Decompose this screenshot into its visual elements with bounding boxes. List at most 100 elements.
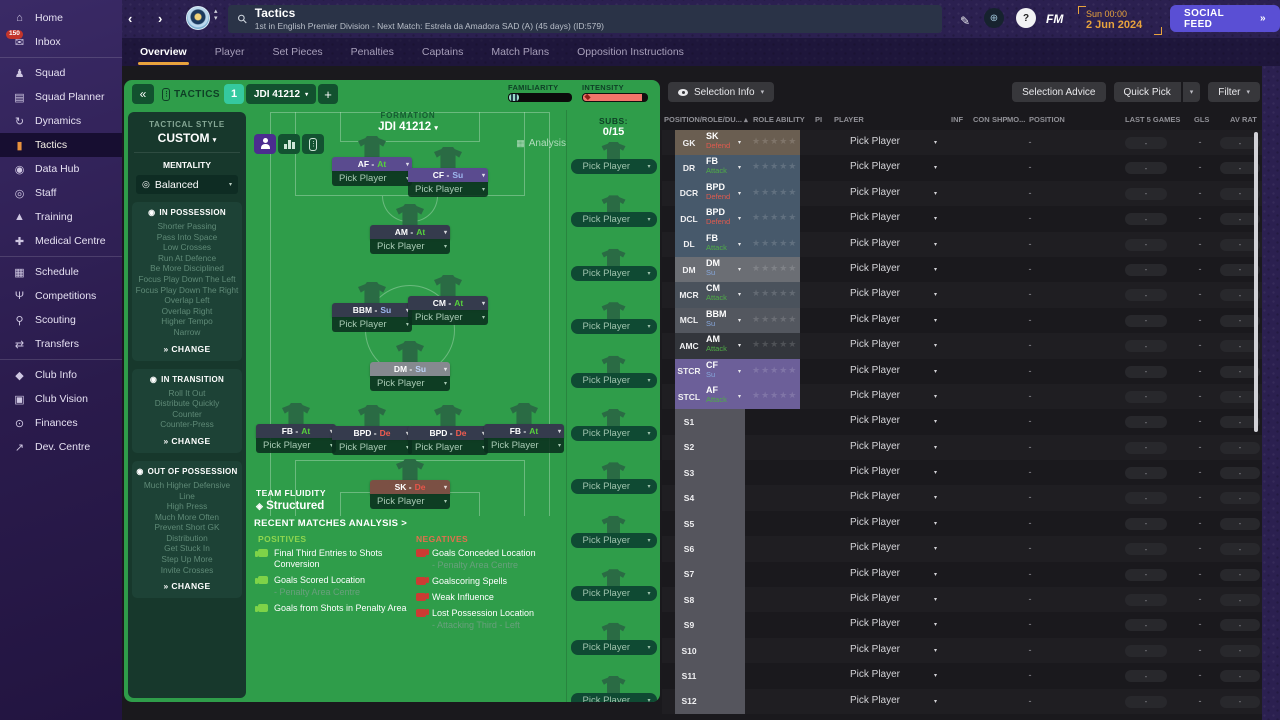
- chevron-down-icon[interactable]: ▾: [934, 520, 937, 527]
- role-dropdown[interactable]: FB Attack: [706, 233, 727, 252]
- pick-player-dropdown[interactable]: Pick Player: [850, 365, 900, 376]
- pick-player-dropdown[interactable]: Pick Player: [850, 644, 900, 655]
- sidebar-item-dev-centre[interactable]: ↗ Dev. Centre: [0, 435, 122, 459]
- sidebar-item-data-hub[interactable]: ◉ Data Hub: [0, 157, 122, 181]
- chevron-down-icon[interactable]: ▾: [934, 317, 937, 324]
- pick-player-dropdown[interactable]: Pick Player▾: [408, 440, 488, 455]
- column-header-pi[interactable]: PI: [815, 115, 822, 124]
- sidebar-item-home[interactable]: ⌂ Home: [0, 6, 122, 30]
- column-header-mo-[interactable]: MO...: [1007, 115, 1025, 124]
- pick-player-dropdown[interactable]: Pick Player▾: [570, 319, 657, 335]
- role-dropdown[interactable]: BBM Su: [706, 309, 727, 328]
- column-header-av-rat[interactable]: AV RAT: [1230, 115, 1257, 124]
- sidebar-item-squad[interactable]: ♟ Squad: [0, 61, 122, 85]
- role-duty-dropdown[interactable]: CM - At ▾: [408, 296, 488, 310]
- role-duty-dropdown[interactable]: FB - At▾: [256, 424, 336, 438]
- quick-pick-chevron-button[interactable]: ▾: [1182, 82, 1201, 102]
- tab-overview[interactable]: Overview: [138, 38, 189, 66]
- role-dropdown[interactable]: AF Attack: [706, 385, 727, 404]
- sidebar-item-inbox[interactable]: ✉ 150 Inbox: [0, 30, 122, 54]
- add-tactic-button[interactable]: +: [318, 84, 338, 104]
- pick-player-dropdown[interactable]: Pick Player: [850, 212, 900, 223]
- sidebar-item-dynamics[interactable]: ↻ Dynamics: [0, 109, 122, 133]
- pick-player-dropdown[interactable]: Pick Player: [850, 263, 900, 274]
- sidebar-item-competitions[interactable]: Ψ Competitions: [0, 284, 122, 308]
- pick-player-dropdown[interactable]: Pick Player▾: [408, 182, 488, 197]
- pick-player-dropdown[interactable]: Pick Player▾: [332, 171, 412, 186]
- chevron-down-icon[interactable]: ▾: [934, 571, 937, 578]
- club-crest[interactable]: [186, 6, 210, 30]
- chevron-down-icon[interactable]: ▾: [934, 241, 937, 248]
- tactic-preset-dropdown[interactable]: JDI 41212 ▾: [246, 84, 316, 104]
- sidebar-item-squad-planner[interactable]: ▤ Squad Planner: [0, 85, 122, 109]
- pick-player-dropdown[interactable]: Pick Player: [850, 441, 900, 452]
- pick-player-dropdown[interactable]: Pick Player▾: [408, 310, 488, 325]
- change-button[interactable]: » CHANGE: [135, 581, 239, 591]
- chevron-down-icon[interactable]: ▾: [934, 596, 937, 603]
- sidebar-item-club-info[interactable]: ◆ Club Info: [0, 363, 122, 387]
- tab-match-plans[interactable]: Match Plans: [491, 38, 549, 66]
- chevron-down-icon[interactable]: ▾: [934, 647, 937, 654]
- pick-player-dropdown[interactable]: Pick Player▾: [370, 494, 450, 509]
- pick-player-dropdown[interactable]: Pick Player▾: [370, 239, 450, 254]
- sidebar-item-scouting[interactable]: ⚲ Scouting: [0, 308, 122, 332]
- quick-pick-button[interactable]: Quick Pick: [1113, 82, 1181, 102]
- tab-penalties[interactable]: Penalties: [351, 38, 394, 66]
- chevron-down-icon[interactable]: ▾: [934, 545, 937, 552]
- pick-player-dropdown[interactable]: Pick Player: [850, 314, 900, 325]
- pick-player-dropdown[interactable]: Pick Player: [850, 238, 900, 249]
- formation-dropdown[interactable]: JDI 41212 ▾: [250, 121, 566, 133]
- chevron-down-icon[interactable]: ▾: [934, 342, 937, 349]
- help-icon[interactable]: ?: [1016, 8, 1036, 28]
- tab-captains[interactable]: Captains: [422, 38, 463, 66]
- chevron-down-icon[interactable]: ▾: [934, 621, 937, 628]
- pick-player-dropdown[interactable]: Pick Player▾: [570, 479, 657, 495]
- tactic-slot-1[interactable]: 1: [224, 84, 244, 104]
- pick-player-dropdown[interactable]: Pick Player: [850, 161, 900, 172]
- role-dropdown[interactable]: CF Su: [706, 360, 718, 379]
- column-header-gls[interactable]: GLS: [1194, 115, 1209, 124]
- role-duty-dropdown[interactable]: BPD - De▾: [332, 426, 412, 440]
- role-dropdown[interactable]: SK Defend: [706, 132, 730, 150]
- pick-player-dropdown[interactable]: Pick Player: [850, 593, 900, 604]
- column-header-inf[interactable]: INF: [951, 115, 963, 124]
- column-header-position[interactable]: POSITION: [1029, 115, 1065, 124]
- pitch-view-stats-button[interactable]: [278, 134, 300, 154]
- pick-player-dropdown[interactable]: Pick Player: [850, 288, 900, 299]
- role-dropdown[interactable]: BPD Defend: [706, 182, 730, 201]
- chevron-down-icon[interactable]: ▾: [934, 291, 937, 298]
- pick-player-dropdown[interactable]: Pick Player: [850, 339, 900, 350]
- back-button[interactable]: ‹: [128, 10, 132, 28]
- vertical-scrollbar[interactable]: [1254, 132, 1258, 432]
- sidebar-item-transfers[interactable]: ⇄ Transfers: [0, 332, 122, 356]
- role-duty-dropdown[interactable]: AM - At ▾: [370, 225, 450, 239]
- tactical-style-dropdown[interactable]: CUSTOM ▾: [128, 131, 246, 145]
- role-duty-dropdown[interactable]: BPD - De▾: [408, 426, 488, 440]
- role-dropdown[interactable]: DM Su: [706, 258, 720, 277]
- edit-icon[interactable]: ✎: [960, 12, 970, 30]
- role-dropdown[interactable]: CM Attack: [706, 284, 727, 302]
- role-dropdown[interactable]: BPD Defend: [706, 208, 730, 226]
- chevron-down-icon[interactable]: ▾: [934, 164, 937, 171]
- sidebar-item-tactics[interactable]: ▮ Tactics: [0, 133, 122, 157]
- column-header-role-ability[interactable]: ROLE ABILITY: [753, 115, 805, 124]
- chevron-down-icon[interactable]: ▾: [934, 672, 937, 679]
- pick-player-dropdown[interactable]: Pick Player: [850, 136, 900, 147]
- pick-player-dropdown[interactable]: Pick Player▾: [332, 317, 412, 332]
- chevron-down-icon[interactable]: ▾: [934, 215, 937, 222]
- selection-info-dropdown[interactable]: Selection Info ▾: [668, 82, 775, 102]
- pick-player-dropdown[interactable]: Pick Player▾: [570, 426, 657, 441]
- chevron-down-icon[interactable]: ▾: [934, 494, 937, 501]
- sidebar-item-training[interactable]: ▲ Training: [0, 205, 122, 229]
- collapse-panel-button[interactable]: «: [132, 84, 154, 104]
- pick-player-dropdown[interactable]: Pick Player▾: [570, 532, 657, 548]
- pick-player-dropdown[interactable]: Pick Player: [850, 390, 900, 401]
- pick-player-dropdown[interactable]: Pick Player: [850, 491, 900, 502]
- tab-opposition-instructions[interactable]: Opposition Instructions: [577, 38, 684, 66]
- sidebar-item-schedule[interactable]: ▦ Schedule: [0, 260, 122, 284]
- pick-player-dropdown[interactable]: Pick Player: [850, 618, 900, 629]
- mentality-dropdown[interactable]: ◎ Balanced ▾: [136, 175, 238, 194]
- pick-player-dropdown[interactable]: Pick Player: [850, 415, 900, 426]
- role-duty-dropdown[interactable]: BBM - Su▾: [332, 303, 412, 317]
- pick-player-dropdown[interactable]: Pick Player▾: [256, 438, 336, 453]
